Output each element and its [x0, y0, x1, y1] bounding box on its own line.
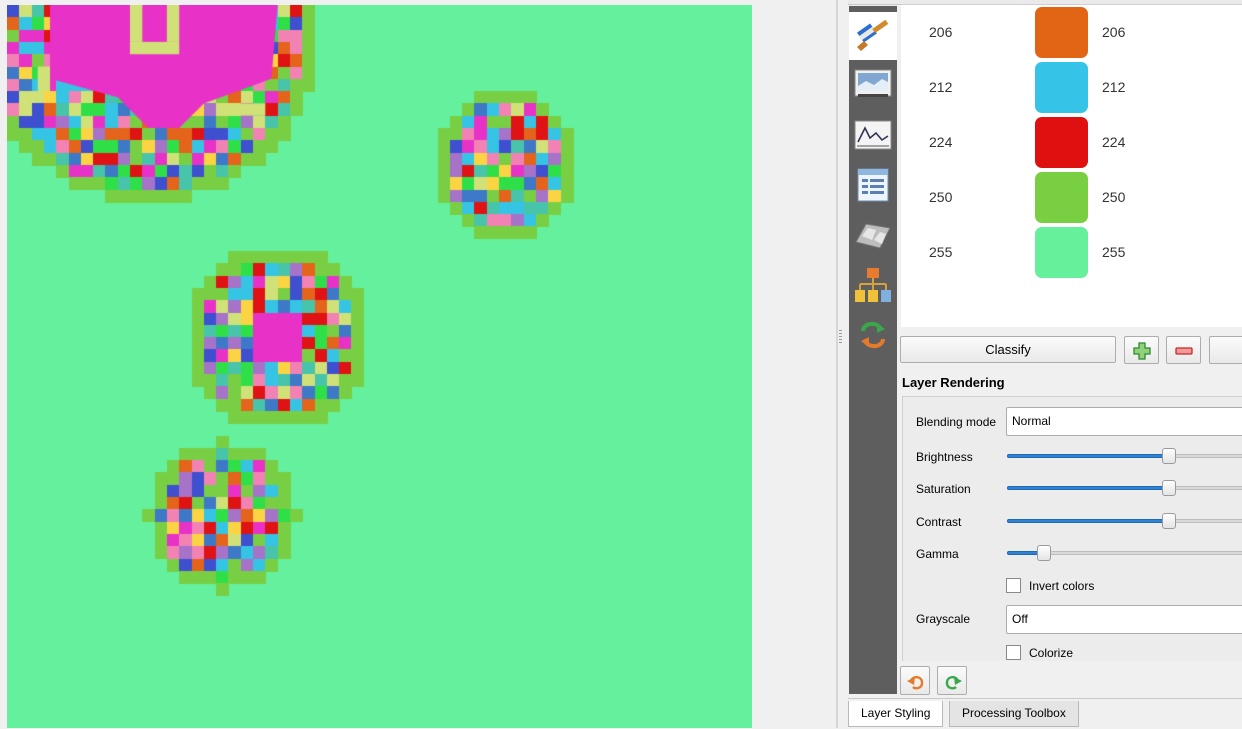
invert-colors-box[interactable] [1006, 578, 1021, 593]
saturation-label: Saturation [916, 482, 971, 496]
dock-splitter[interactable] [836, 0, 838, 728]
class-row[interactable]: 255 255 [901, 225, 1242, 280]
grayscale-label: Grayscale [916, 612, 971, 626]
blending-mode-select[interactable]: Normal [1006, 407, 1242, 436]
gamma-handle[interactable] [1036, 545, 1051, 561]
colorize-label: Colorize [1029, 646, 1074, 660]
class-value[interactable]: 212 [929, 60, 952, 115]
layer-rendering-group: Blending mode Normal Brightness Saturati… [902, 396, 1242, 661]
legend-icon [854, 266, 892, 307]
saturation-slider[interactable] [1007, 480, 1242, 496]
dock-tab-bar: Layer Styling Processing Toolbox [848, 698, 1242, 729]
grayscale-select[interactable]: Off [1006, 605, 1242, 634]
tab-processing-toolbox[interactable]: Processing Toolbox [949, 701, 1079, 727]
history-icon [855, 317, 891, 356]
tab-transparency[interactable] [849, 62, 897, 110]
class-color-swatch[interactable] [1035, 172, 1088, 223]
contrast-handle[interactable] [1161, 513, 1176, 529]
raster-layer [7, 5, 752, 728]
gamma-label: Gamma [916, 547, 959, 561]
brightness-handle[interactable] [1161, 448, 1176, 464]
tab-history[interactable] [849, 312, 897, 360]
class-color-swatch[interactable] [1035, 7, 1088, 58]
remove-class-button[interactable] [1166, 336, 1201, 364]
tab-histogram[interactable] [849, 112, 897, 160]
contrast-label: Contrast [916, 515, 962, 529]
tab-rendering[interactable] [849, 212, 897, 260]
class-label[interactable]: 206 [1102, 5, 1125, 60]
style-tool-strip [849, 6, 897, 694]
blending-mode-label: Blending mode [916, 415, 997, 429]
splitter-grip[interactable] [839, 330, 842, 344]
transparency-icon [854, 68, 892, 105]
class-label[interactable]: 255 [1102, 225, 1125, 280]
class-label[interactable]: 212 [1102, 60, 1125, 115]
classes-list[interactable]: 206 206 212 212 224 224 250 250 255 255 [901, 4, 1242, 327]
class-value[interactable]: 255 [929, 225, 952, 280]
map-canvas[interactable] [7, 5, 752, 728]
brightness-label: Brightness [916, 450, 973, 464]
redo-button[interactable] [937, 666, 967, 695]
histogram-icon [854, 120, 892, 153]
contrast-slider[interactable] [1007, 513, 1242, 529]
class-color-swatch[interactable] [1035, 227, 1088, 278]
metadata-icon [857, 168, 889, 205]
rendering-icon [854, 220, 892, 253]
layer-rendering-title: Layer Rendering [902, 375, 1005, 390]
class-color-swatch[interactable] [1035, 62, 1088, 113]
class-value[interactable]: 250 [929, 170, 952, 225]
brightness-slider[interactable] [1007, 448, 1242, 464]
undo-button[interactable] [900, 666, 930, 695]
class-row[interactable]: 224 224 [901, 115, 1242, 170]
tab-metadata[interactable] [849, 162, 897, 210]
class-value[interactable]: 224 [929, 115, 952, 170]
tab-layer-styling[interactable]: Layer Styling [848, 701, 944, 727]
class-color-swatch[interactable] [1035, 117, 1088, 168]
paintbrush-icon [855, 17, 891, 56]
tab-symbology[interactable] [849, 12, 897, 60]
class-row[interactable]: 206 206 [901, 5, 1242, 60]
class-label[interactable]: 224 [1102, 115, 1125, 170]
class-value[interactable]: 206 [929, 5, 952, 60]
class-row[interactable]: 212 212 [901, 60, 1242, 115]
class-label[interactable]: 250 [1102, 170, 1125, 225]
add-class-button[interactable] [1124, 336, 1159, 364]
gamma-slider[interactable] [1007, 545, 1242, 561]
colorize-box[interactable] [1006, 645, 1021, 660]
class-row[interactable]: 250 250 [901, 170, 1242, 225]
classify-button[interactable]: Classify [900, 336, 1116, 363]
saturation-handle[interactable] [1161, 480, 1176, 496]
invert-colors-label: Invert colors [1029, 579, 1095, 593]
tab-legend[interactable] [849, 262, 897, 310]
delete-all-classes-button[interactable] [1209, 336, 1242, 364]
